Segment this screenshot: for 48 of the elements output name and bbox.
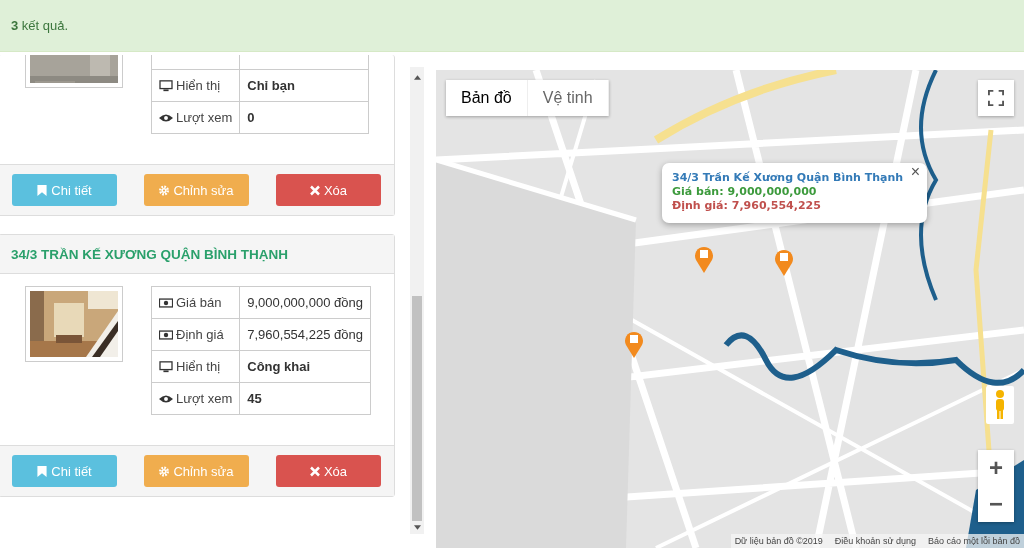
result-count: 3 kết quả. <box>11 18 69 33</box>
bookmark-icon <box>37 465 48 477</box>
map-type-tab[interactable]: Vệ tinh <box>527 80 609 116</box>
zoom-button[interactable]: + <box>978 450 1014 486</box>
close-button[interactable]: × <box>907 163 924 181</box>
person-icon[interactable] <box>986 386 1014 424</box>
scroll-down-icon[interactable] <box>413 525 421 530</box>
gear-icon <box>159 184 170 196</box>
map-pin-icon[interactable] <box>774 248 794 276</box>
listing-title: 34/3 TRẦN KẾ XƯƠNG QUẬN BÌNH THẠNH <box>11 246 288 262</box>
map[interactable]: Bản đồ Vệ tinh 34/3 Trần Kế Xương Quận Bình Thạnh Giá bán: 9,000,000,000 Định giá: 7,960,554,225 × + − Dữ liệu bản đồ ©2019 Điều khoản sử dụng Báo cáo một lỗi bản đồ <box>436 70 1024 548</box>
popup-title: 34/3 Trần Kế Xương Quận Bình Thạnh <box>672 171 904 185</box>
table-cell: 9,000,000,000 đồng <box>239 286 371 319</box>
popup-price: Giá bán: 9,000,000,000 <box>672 185 818 199</box>
bookmark-icon <box>37 184 48 196</box>
close-icon <box>309 465 320 477</box>
gear-icon <box>159 465 170 477</box>
table-cell: Hiển thị <box>151 69 240 102</box>
attribution-link[interactable]: Báo cáo một lỗi bản đồ <box>927 536 1020 546</box>
monitor-icon <box>159 361 173 374</box>
table-cell: Lượt xem <box>151 382 240 415</box>
attribution-link[interactable]: Điều khoản sử dụng <box>834 536 916 546</box>
table-cell: 7,960,554,225 đồng <box>239 318 371 351</box>
monitor-icon <box>159 80 173 93</box>
table-cell: Lượt xem <box>151 101 240 134</box>
table-cell: Chỉ bạn <box>239 69 369 102</box>
money-icon <box>159 329 173 342</box>
table-cell: Định giá <box>151 318 240 351</box>
delete-button[interactable]: Xóa <box>276 174 381 206</box>
table-cell: Hiển thị <box>151 350 240 383</box>
table-cell: 0 <box>239 101 369 134</box>
scrollbar[interactable] <box>410 67 424 534</box>
map-pin-icon[interactable] <box>624 330 644 358</box>
popup-valuation: Định giá: 7,960,554,225 <box>672 199 822 213</box>
table-cell: Công khai <box>239 350 371 383</box>
fullscreen-button[interactable] <box>978 80 1014 116</box>
zoom-button[interactable]: − <box>978 486 1014 522</box>
scroll-thumb[interactable] <box>412 296 422 521</box>
fullscreen-icon <box>988 90 1004 106</box>
map-data-credit: Dữ liệu bản đồ ©2019 <box>734 536 823 546</box>
table-cell: Giá bán <box>151 286 240 319</box>
delete-button[interactable]: Xóa <box>276 455 381 487</box>
table-cell: 45 <box>239 382 371 415</box>
money-icon <box>159 297 173 310</box>
map-type-tab[interactable]: Bản đồ <box>446 80 528 116</box>
map-pin-icon[interactable] <box>694 245 714 273</box>
scroll-up-icon[interactable] <box>413 75 421 80</box>
close-icon <box>309 184 320 196</box>
